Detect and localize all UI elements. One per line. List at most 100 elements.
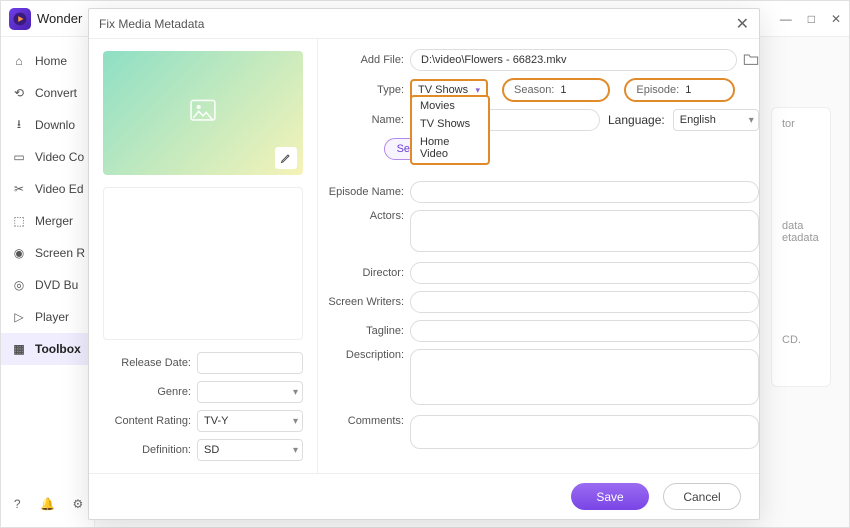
language-select[interactable]: English ▾ — [673, 109, 759, 131]
director-label: Director: — [324, 267, 404, 279]
sidebar: ⌂Home ⟲ Convert ⭳Downlo ▭Video Co ✂ Video … — [1, 37, 95, 527]
director-input[interactable] — [410, 262, 759, 284]
description-label: Description: — [324, 349, 404, 361]
release-date-input[interactable] — [197, 352, 303, 374]
scissors-icon: ✂ — [11, 181, 27, 197]
genre-row: Genre: ▾ — [103, 381, 303, 403]
episode-name-row: Episode Name: — [324, 181, 759, 203]
sidebar-item-video-compressor[interactable]: ▭Video Co — [1, 141, 94, 173]
definition-value: SD — [204, 444, 219, 456]
bg-text: data — [782, 220, 820, 232]
sidebar-item-label: Merger — [35, 214, 73, 228]
modal-left-column: Release Date: Genre: ▾ Content Rating: T… — [89, 39, 318, 473]
sidebar-item-toolbox[interactable]: ▦Toolbox — [1, 333, 94, 365]
comments-label: Comments: — [324, 415, 404, 427]
minimize-button[interactable]: — — [780, 12, 792, 26]
bell-icon[interactable]: 🔔 — [39, 495, 55, 513]
tagline-label: Tagline: — [324, 325, 404, 337]
language-label: Language: — [608, 113, 665, 127]
cancel-button[interactable]: Cancel — [663, 483, 741, 510]
compress-icon: ▭ — [11, 149, 27, 165]
edit-thumbnail-button[interactable] — [275, 147, 297, 169]
sidebar-item-dvd-burner[interactable]: ◎ DVD Bu — [1, 269, 94, 301]
bg-text: CD. — [782, 334, 820, 346]
browse-folder-button[interactable] — [743, 52, 759, 69]
image-placeholder-icon — [190, 99, 216, 124]
sidebar-item-label: Toolbox — [35, 342, 81, 356]
play-icon: ▷ — [11, 309, 27, 325]
close-window-button[interactable]: ✕ — [831, 12, 841, 26]
pencil-icon — [280, 152, 292, 164]
actors-input[interactable] — [410, 210, 759, 252]
app-logo — [9, 8, 31, 30]
language-value: English — [680, 114, 716, 126]
background-card: tor data etadata CD. — [771, 107, 831, 387]
genre-select[interactable]: ▾ — [197, 381, 303, 403]
season-value: 1 — [560, 84, 598, 96]
screenwriters-input[interactable] — [410, 291, 759, 313]
sidebar-item-player[interactable]: ▷Player — [1, 301, 94, 333]
sidebar-item-converter[interactable]: ⟲ Convert — [1, 77, 94, 109]
record-icon: ◉ — [11, 245, 27, 261]
modal-right-column: Add File: D:\video\Flowers - 66823.mkv T… — [318, 39, 759, 473]
type-label: Type: — [324, 84, 404, 96]
cancel-button-label: Cancel — [683, 490, 720, 504]
add-file-row: Add File: D:\video\Flowers - 66823.mkv — [324, 49, 759, 71]
episode-name-input[interactable] — [410, 181, 759, 203]
name-label: Name: — [324, 114, 404, 126]
add-file-label: Add File: — [324, 54, 404, 66]
modal-title: Fix Media Metadata — [99, 17, 204, 31]
sidebar-item-screen-recorder[interactable]: ◉ Screen R — [1, 237, 94, 269]
chevron-down-icon: ▾ — [293, 387, 298, 398]
sidebar-item-label: DVD Bu — [35, 278, 78, 292]
modal-titlebar: Fix Media Metadata ✕ — [89, 9, 759, 39]
type-option-tvshows[interactable]: TV Shows — [412, 115, 488, 133]
tagline-row: Tagline: — [324, 320, 759, 342]
play-logo-icon — [13, 12, 27, 26]
modal-footer: Save Cancel — [89, 473, 759, 519]
sidebar-item-downloader[interactable]: ⭳Downlo — [1, 109, 94, 141]
folder-icon — [743, 52, 759, 66]
save-button[interactable]: Save — [571, 483, 649, 510]
sidebar-item-label: Video Ed — [35, 182, 84, 196]
settings-icon[interactable]: ⚙ — [70, 495, 86, 513]
chevron-down-icon: ▾ — [293, 416, 298, 427]
episode-field[interactable]: Episode: 1 — [624, 78, 735, 102]
comments-input[interactable] — [410, 415, 759, 449]
episode-label: Episode: — [636, 84, 679, 96]
maximize-button[interactable]: □ — [808, 12, 815, 26]
type-option-homevideo[interactable]: Home Video — [412, 133, 488, 163]
type-option-movies[interactable]: Movies — [412, 97, 488, 115]
thumbnail-preview — [103, 51, 303, 175]
definition-row: Definition: SD▾ — [103, 439, 303, 461]
episode-value: 1 — [685, 84, 723, 96]
help-icon[interactable]: ? — [9, 495, 25, 513]
description-input[interactable] — [410, 349, 759, 405]
sidebar-item-merger[interactable]: ⬚Merger — [1, 205, 94, 237]
tagline-input[interactable] — [410, 320, 759, 342]
season-field[interactable]: Season: 1 — [502, 78, 610, 102]
add-file-path[interactable]: D:\video\Flowers - 66823.mkv — [410, 49, 737, 71]
type-dropdown: Movies TV Shows Home Video — [410, 95, 490, 165]
add-file-path-text: D:\video\Flowers - 66823.mkv — [421, 54, 567, 66]
content-rating-value: TV-Y — [204, 415, 228, 427]
bg-text: tor — [782, 118, 820, 130]
description-preview-box — [103, 187, 303, 340]
genre-label: Genre: — [103, 386, 191, 398]
sidebar-item-home[interactable]: ⌂Home — [1, 45, 94, 77]
window-controls: — □ ✕ — [780, 12, 841, 26]
content-rating-select[interactable]: TV-Y ▾ — [197, 410, 303, 432]
content-rating-row: Content Rating: TV-Y▾ — [103, 410, 303, 432]
chevron-down-icon: ▾ — [749, 115, 754, 126]
disc-icon: ◎ — [11, 277, 27, 293]
sidebar-item-label: Convert — [35, 86, 77, 100]
sidebar-item-video-editor[interactable]: ✂ Video Ed — [1, 173, 94, 205]
definition-select[interactable]: SD▾ — [197, 439, 303, 461]
release-date-label: Release Date: — [103, 357, 191, 369]
bg-text: etadata — [782, 232, 820, 244]
sidebar-item-label: Screen R — [35, 246, 85, 260]
convert-icon: ⟲ — [11, 85, 27, 101]
description-row: Description: — [324, 349, 759, 408]
modal-close-button[interactable]: ✕ — [736, 14, 749, 34]
home-icon: ⌂ — [11, 53, 27, 69]
